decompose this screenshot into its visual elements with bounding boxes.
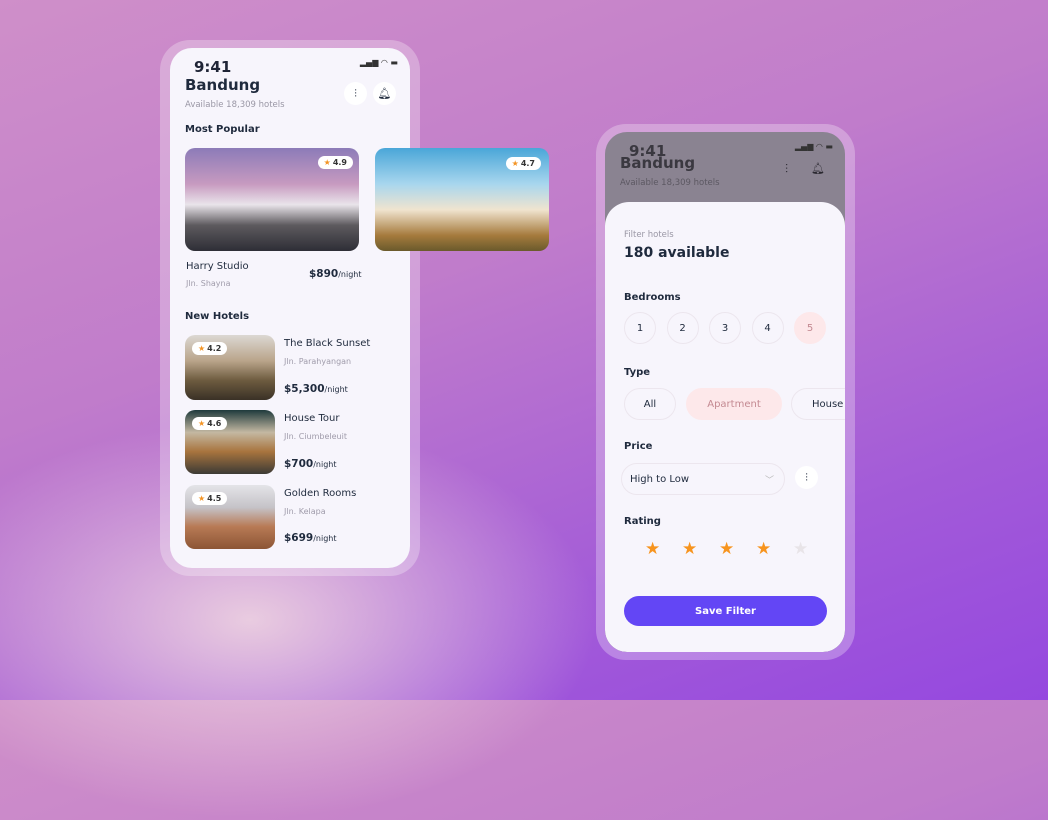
rating-label: Rating: [624, 516, 661, 527]
type-apartment[interactable]: Apartment: [686, 388, 782, 420]
city-title: Bandung: [185, 76, 261, 94]
rating-badge: ★ 4.7: [505, 157, 541, 170]
home-screen: 9:41 ▂▄▆ ◠ ▬ Bandung Available 18,309 ho…: [170, 48, 410, 568]
bell-icon: 🔔︎: [811, 162, 825, 175]
hotel-name: Golden Rooms: [284, 488, 357, 499]
hotel-price: $5,300/night: [284, 383, 348, 395]
hotel-price: $699/night: [284, 532, 337, 544]
rating-badge: ★ 4.9: [317, 156, 353, 169]
price-label: Price: [624, 441, 653, 452]
price-options-button[interactable]: ⫶: [795, 466, 818, 489]
bedroom-option-5[interactable]: 5: [794, 312, 826, 344]
bedroom-option-1[interactable]: 1: [624, 312, 656, 344]
rating-star-icon[interactable]: ★: [719, 539, 734, 559]
star-icon: ★: [511, 159, 519, 168]
hotel-address: Jln. Kelapa: [284, 507, 326, 516]
rating-star-icon[interactable]: ★: [793, 539, 808, 559]
hotel-image: ★ 4.2: [185, 335, 275, 400]
available-count: Available 18,309 hotels: [620, 178, 720, 188]
hotel-price: $700/night: [284, 458, 337, 470]
hotel-name: The Black Sunset: [284, 338, 371, 349]
hotel-address: Jln. Shayna: [186, 279, 231, 288]
hotel-image: ★ 4.6: [185, 410, 275, 474]
city-title: Bandung: [620, 154, 696, 172]
hotel-address: Jln. Parahyangan: [284, 357, 352, 366]
popular-hotel-image[interactable]: ★ 4.9: [185, 148, 359, 251]
bedroom-option-3[interactable]: 3: [709, 312, 741, 344]
filter-screen: 9:41 ▂▄▆ ◠ ▬ Bandung Available 18,309 ho…: [605, 132, 845, 652]
hotel-name: House Tour: [284, 413, 340, 424]
available-count: Available 18,309 hotels: [185, 100, 285, 110]
sliders-icon: ⫶: [354, 86, 357, 100]
filter-sheet: Filter hotels 180 available Bedrooms 123…: [605, 202, 845, 652]
save-filter-button[interactable]: Save Filter: [624, 596, 827, 626]
star-icon: ★: [198, 494, 206, 503]
rating-badge: ★ 4.2: [192, 342, 228, 355]
bedroom-option-4[interactable]: 4: [751, 312, 784, 344]
hotel-price: $890/night: [309, 268, 362, 280]
new-hotels-heading: New Hotels: [185, 311, 250, 322]
type-all[interactable]: All: [624, 388, 676, 420]
star-icon: ★: [198, 344, 206, 353]
hotel-image: ★ 4.5: [185, 485, 275, 549]
chevron-down-icon: ﹀: [764, 475, 774, 486]
filter-label: Filter hotels: [624, 230, 674, 240]
hotel-name[interactable]: Harry Studio: [186, 261, 249, 272]
most-popular-heading: Most Popular: [185, 124, 260, 135]
rating-badge: ★ 4.5: [192, 492, 228, 505]
status-icons: ▂▄▆ ◠ ▬: [794, 142, 833, 151]
popular-hotel-image-2[interactable]: ★ 4.7: [375, 148, 549, 251]
available-results: 180 available: [624, 245, 730, 261]
notifications-button[interactable]: 🔔︎: [373, 82, 396, 105]
star-icon: ★: [198, 419, 206, 428]
rating-star-icon[interactable]: ★: [645, 539, 660, 559]
rating-star-icon[interactable]: ★: [682, 539, 697, 559]
sliders-icon: ⫶: [805, 470, 808, 484]
status-time: 9:41: [194, 58, 232, 76]
type-label: Type: [624, 367, 651, 378]
bedroom-option-2[interactable]: 2: [666, 312, 699, 344]
bedrooms-label: Bedrooms: [624, 292, 681, 303]
sliders-icon: ⫶: [785, 162, 789, 176]
hotel-address: Jln. Ciumbeleuit: [284, 432, 347, 441]
star-icon: ★: [323, 158, 331, 167]
filter-button[interactable]: ⫶: [344, 82, 367, 105]
type-house[interactable]: House: [791, 388, 845, 420]
price-sort-select[interactable]: High to Low ﹀: [621, 463, 785, 495]
bell-icon: 🔔︎: [377, 87, 392, 100]
rating-badge: ★ 4.6: [192, 417, 228, 430]
status-icons: ▂▄▆ ◠ ▬: [359, 58, 398, 67]
rating-star-icon[interactable]: ★: [756, 539, 771, 559]
